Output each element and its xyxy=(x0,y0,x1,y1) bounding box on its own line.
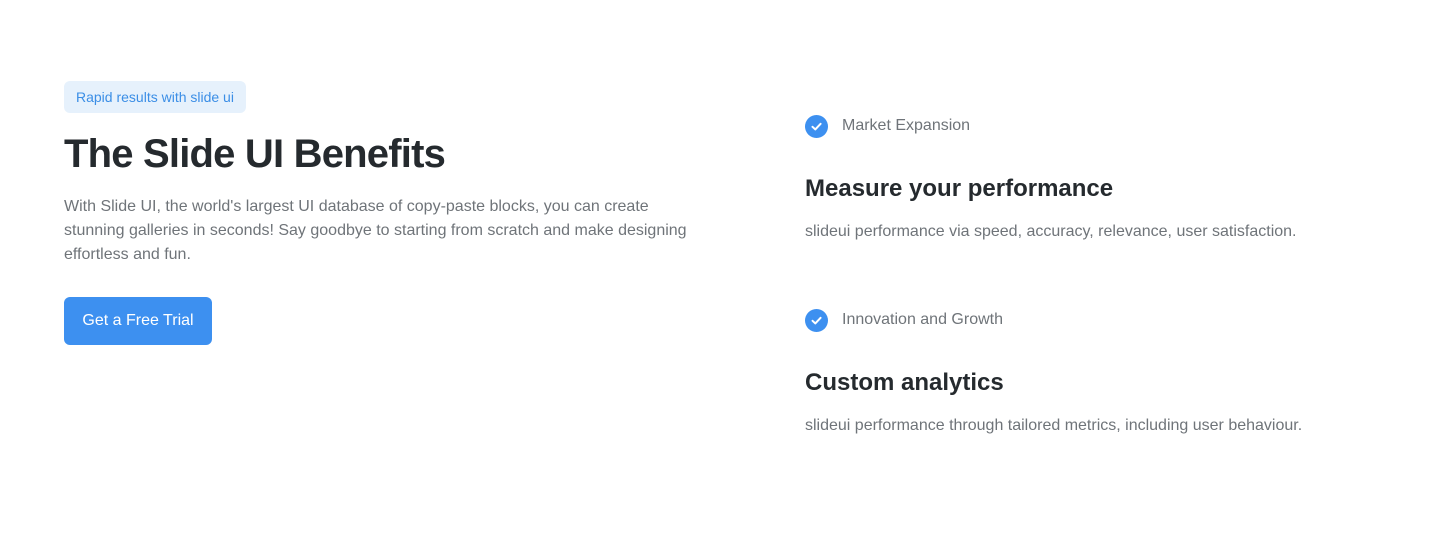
hero-badge: Rapid results with slide ui xyxy=(64,81,246,113)
feature-tag-label: Innovation and Growth xyxy=(842,311,1003,328)
check-circle-icon xyxy=(805,114,828,138)
feature-tag-row: Innovation and Growth xyxy=(805,308,1405,332)
benefits-section: Rapid results with slide ui The Slide UI… xyxy=(0,0,1440,549)
feature-item-innovation-growth: Innovation and Growth Custom analytics s… xyxy=(805,308,1405,438)
check-circle-icon xyxy=(805,308,828,332)
page-title: The Slide UI Benefits xyxy=(64,132,446,176)
hero-block: Rapid results with slide ui The Slide UI… xyxy=(64,81,714,267)
feature-description: slideui performance via speed, accuracy,… xyxy=(805,223,1297,240)
feature-description: slideui performance through tailored met… xyxy=(805,417,1303,434)
feature-item-market-expansion: Market Expansion Measure your performanc… xyxy=(805,114,1405,244)
hero-description: With Slide UI, the world's largest UI da… xyxy=(64,198,687,263)
feature-title: Custom analytics xyxy=(805,369,1004,396)
feature-tag-row: Market Expansion xyxy=(805,114,1405,138)
free-trial-button[interactable]: Get a Free Trial xyxy=(64,297,212,345)
feature-title: Measure your performance xyxy=(805,175,1114,202)
feature-tag-label: Market Expansion xyxy=(842,117,971,134)
